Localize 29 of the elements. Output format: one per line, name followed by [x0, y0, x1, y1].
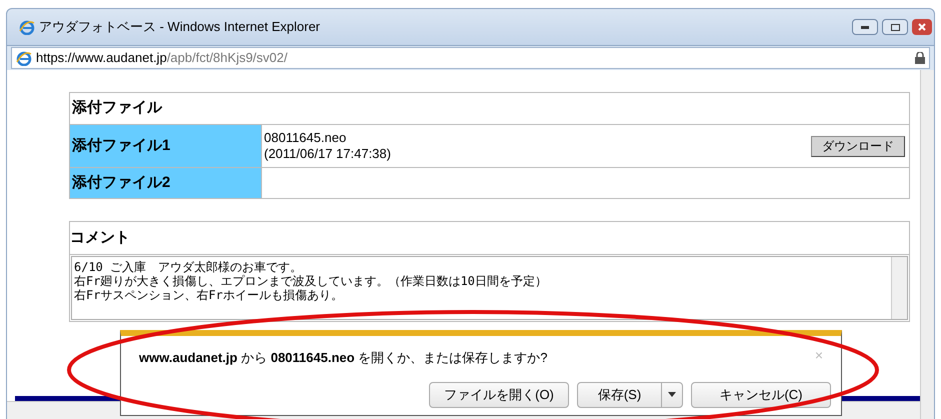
section-heading: コメント — [70, 228, 130, 248]
browser-logo-icon — [16, 50, 32, 66]
minimize-button[interactable] — [852, 19, 878, 35]
dialog-button[interactable]: ファイルを開く(O) — [429, 382, 569, 408]
comment-line: 6/10 ご入庫 アウダ太郎様のお車です。 — [74, 260, 302, 274]
row-label: 添付ファイル1 — [70, 125, 262, 167]
comment-textarea[interactable]: 6/10 ご入庫 アウダ太郎様のお車です。 右Fr廻りが大きく損傷し、エプロンまで波及しています。（作業日数は10日間を予定） 右Frサスペンション、右Frホイールも損傷あり。 — [71, 256, 908, 320]
comment-line: 右Fr廻りが大きく損傷し、エプロンまで波及しています。（作業日数は10日間を予定） — [74, 274, 547, 288]
row-label: 添付ファイル2 — [70, 168, 262, 198]
close-button[interactable] — [912, 19, 932, 35]
file-date: (2011/06/17 17:47:38) — [264, 146, 391, 162]
maximize-button[interactable] — [882, 19, 908, 35]
download-button[interactable]: ダウンロード — [811, 136, 905, 156]
textarea-scrollbar[interactable] — [891, 257, 907, 319]
window-title: アウダフォトベース - Windows Internet Explorer — [39, 18, 320, 36]
vertical-scrollbar[interactable] — [920, 70, 934, 419]
browser-logo-icon — [19, 19, 35, 35]
save-split-button[interactable]: 保存(S) — [577, 382, 683, 408]
url-text: https://www.audanet.jp/apb/fct/8hKjs9/sv02/ — [36, 49, 288, 68]
comment-line: 右Frサスペンション、右Frホイールも損傷あり。 — [74, 288, 343, 302]
file-name: 08011645.neo — [264, 130, 348, 146]
close-icon — [918, 23, 926, 31]
section-heading: 添付ファイル — [71, 98, 164, 118]
download-message: www.audanet.jp から 08011645.neo を開くか、または保存しますか? — [139, 349, 548, 367]
address-field[interactable]: https://www.audanet.jp/apb/fct/8hKjs9/sv02/ — [11, 47, 930, 69]
minimize-icon — [861, 26, 869, 28]
maximize-icon — [890, 24, 900, 30]
lock-icon — [915, 52, 925, 64]
dialog-button[interactable]: キャンセル(C) — [691, 382, 831, 408]
